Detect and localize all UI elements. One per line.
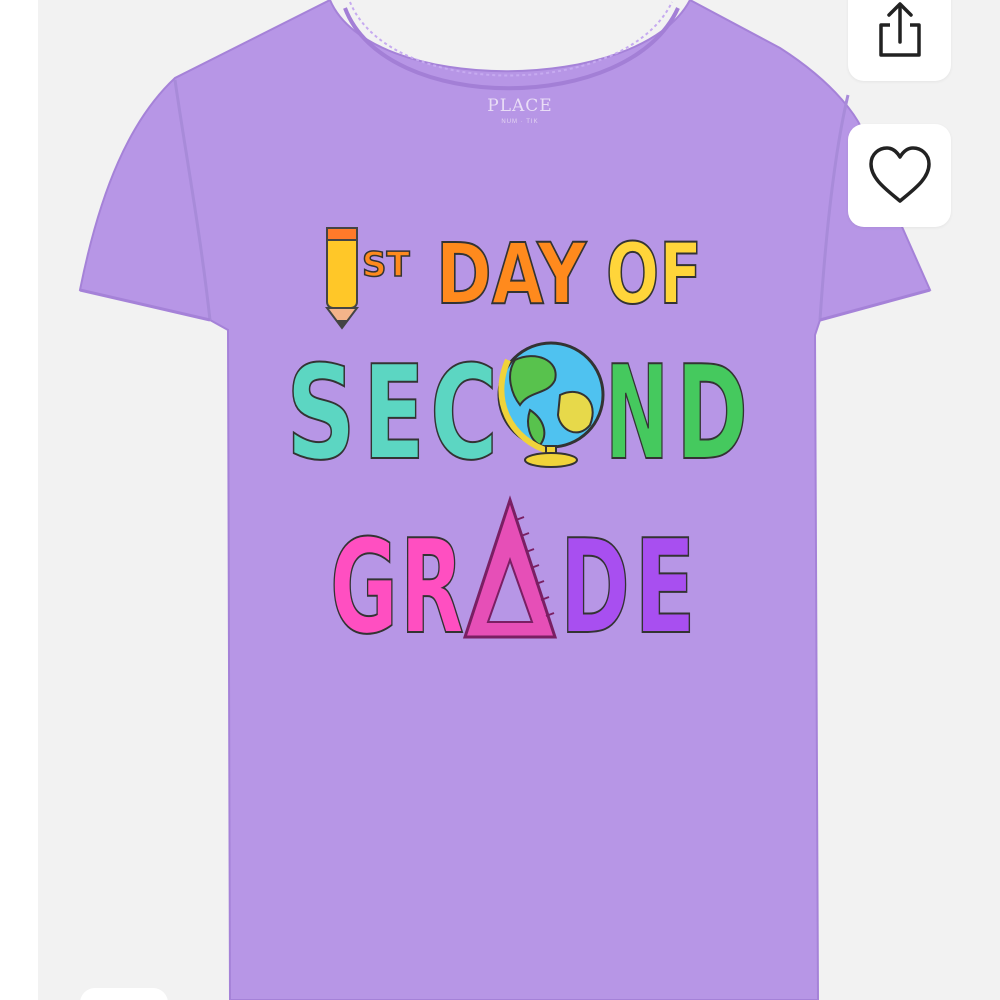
- print-letter-e: E: [363, 337, 425, 489]
- print-suffix: ST: [362, 245, 410, 285]
- print-letter-g: G: [330, 511, 398, 663]
- print-letter-n: N: [605, 337, 669, 489]
- share-button[interactable]: [848, 0, 951, 81]
- gallery-indicator: [80, 988, 168, 1000]
- favorite-button[interactable]: [848, 124, 951, 227]
- brand-tag-sublabel: NUM · TIK: [501, 119, 539, 125]
- print-of: OF: [606, 225, 702, 323]
- print-letter-c: C: [430, 337, 498, 489]
- tshirt-shape: [78, 0, 932, 1000]
- product-gallery: ST DAY OF S E C N D G R D E 1 PLACE NUM …: [0, 0, 1000, 1000]
- print-letter-r: R: [400, 511, 464, 663]
- print-day: DAY: [436, 225, 587, 323]
- brand-tag-label: PLACE: [487, 96, 553, 116]
- print-letter-s: S: [286, 337, 356, 489]
- print-letter-d: D: [676, 337, 748, 489]
- print-letter-e2: E: [634, 511, 696, 663]
- print-letter-d2: D: [560, 511, 630, 663]
- heart-icon: [868, 145, 931, 203]
- share-icon: [878, 1, 921, 57]
- pencil-graphic: [325, 227, 359, 330]
